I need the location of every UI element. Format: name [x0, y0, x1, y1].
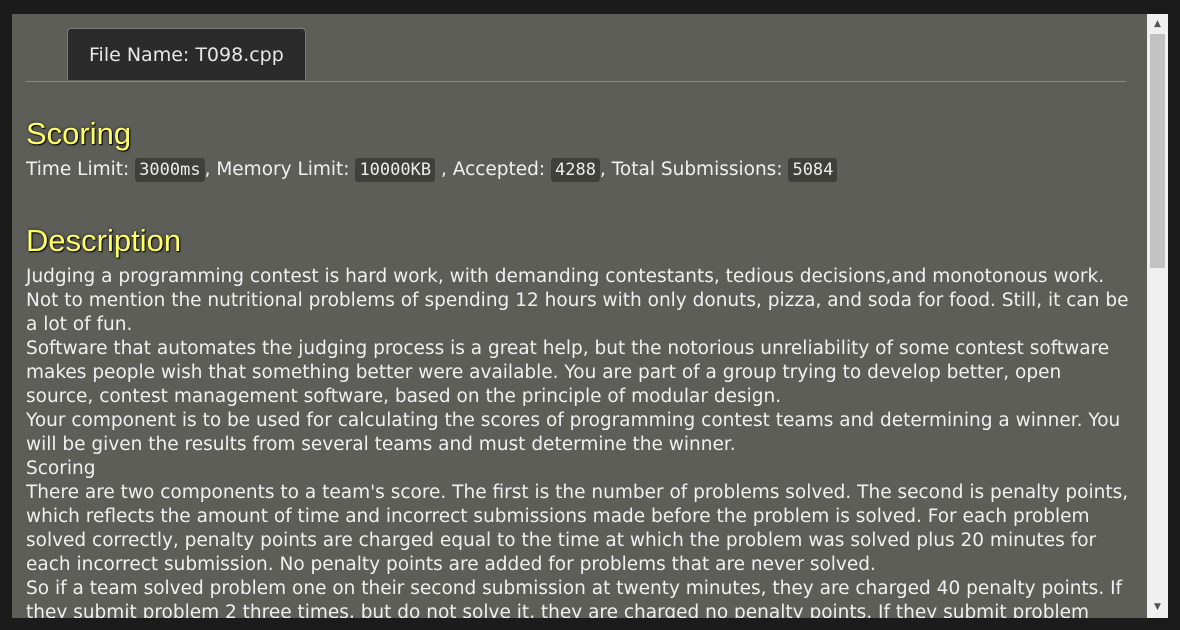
- limits-line: Time Limit: 3000ms, Memory Limit: 10000K…: [26, 157, 838, 183]
- tab-file-name[interactable]: File Name: T098.cpp: [67, 28, 306, 80]
- scroll-down-icon[interactable]: ▼: [1147, 599, 1168, 616]
- total-submissions-value: 5084: [788, 158, 838, 182]
- scrollbar-thumb[interactable]: [1150, 34, 1165, 268]
- memory-limit-value: 10000KB: [355, 158, 436, 182]
- description-paragraph: Software that automates the judging proc…: [26, 338, 1110, 407]
- accepted-value: 4288: [551, 158, 600, 182]
- scoring-heading: Scoring: [26, 116, 132, 151]
- description-paragraph: Your component is to be used for calcula…: [26, 410, 1121, 455]
- description-subheading: Scoring: [26, 458, 96, 479]
- tab-bar: File Name: T098.cpp: [26, 14, 1126, 82]
- time-limit-label: Time Limit:: [26, 159, 130, 180]
- description-paragraph: So if a team solved problem one on their…: [26, 578, 1123, 618]
- total-submissions-label: , Total Submissions:: [600, 159, 783, 180]
- description-paragraph: There are two components to a team's sco…: [26, 482, 1129, 575]
- memory-limit-label: , Memory Limit:: [204, 159, 350, 180]
- scroll-up-icon[interactable]: ▲: [1147, 16, 1168, 33]
- description-body: Judging a programming contest is hard wo…: [26, 265, 1131, 618]
- time-limit-value: 3000ms: [135, 158, 205, 182]
- accepted-label: , Accepted:: [435, 159, 546, 180]
- problem-window: File Name: T098.cpp Scoring Time Limit: …: [12, 14, 1168, 618]
- vertical-scrollbar[interactable]: ▲ ▼: [1147, 14, 1168, 618]
- description-heading: Description: [26, 223, 182, 258]
- content-area: File Name: T098.cpp Scoring Time Limit: …: [12, 14, 1145, 618]
- description-paragraph: Judging a programming contest is hard wo…: [26, 266, 1129, 335]
